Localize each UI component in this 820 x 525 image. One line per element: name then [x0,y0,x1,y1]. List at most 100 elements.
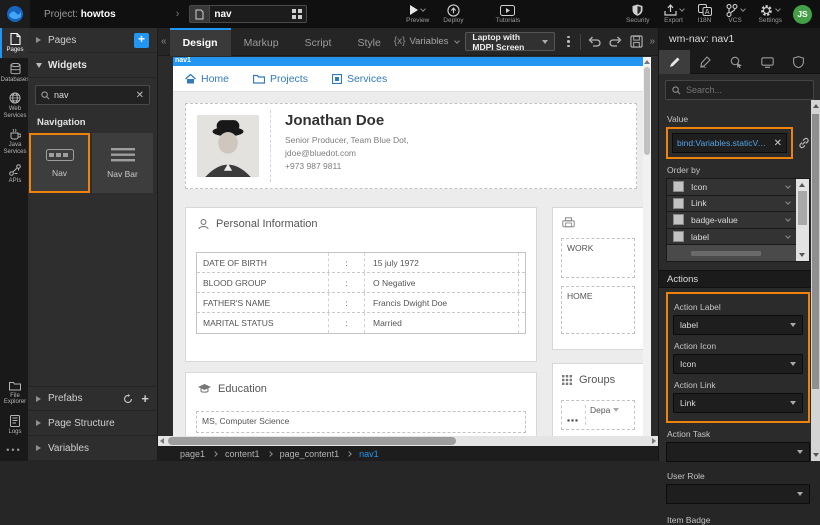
canvas-vertical-scrollbar[interactable] [643,57,651,436]
grid-icon[interactable] [288,6,306,22]
profile-email[interactable]: jdoe@bluedot.com [285,147,409,160]
scroll-right-icon[interactable] [652,438,656,444]
design-canvas[interactable]: nav1 Home Projects Services [173,57,651,436]
deploy-button[interactable]: Deploy [443,0,463,28]
variables-menu[interactable]: {x} Variables [394,36,460,47]
add-page-button[interactable]: + [134,33,149,48]
profile-phone[interactable]: +973 987 9811 [285,160,409,173]
checkbox[interactable] [673,181,684,192]
scroll-down-icon[interactable] [813,453,819,457]
profile-photo[interactable] [197,115,259,177]
page-search-input[interactable] [210,6,288,22]
chevron-down-icon[interactable] [785,183,791,189]
table-row[interactable]: MARITAL STATUS:Married [197,313,525,333]
scroll-down-icon[interactable] [799,253,805,257]
scrollbar-thumb[interactable] [168,437,456,445]
table-row[interactable]: DATE OF BIRTH:15 july 1972 [197,253,525,273]
contact-work[interactable]: WORK [561,238,635,278]
chevron-down-icon[interactable] [785,200,791,206]
tab-markup[interactable]: Markup [231,28,292,56]
panel-scrollbar[interactable] [811,100,820,461]
refresh-icon[interactable] [123,394,133,404]
order-by-partial-row[interactable] [667,245,796,261]
more-options-icon[interactable]: ••• [0,439,28,461]
tab-properties[interactable] [659,50,690,74]
rail-item-databases[interactable]: Databases [0,58,28,88]
tab-style[interactable]: Style [344,28,393,56]
breadcrumb-item-current[interactable]: nav1 [359,449,379,459]
collapse-right-icon[interactable]: » [649,36,655,47]
nav-item-projects[interactable]: Projects [253,73,308,85]
preview-button[interactable]: Preview [406,0,429,28]
undo-button[interactable] [588,36,601,47]
widget-search-input[interactable] [50,90,136,100]
wavemaker-logo[interactable] [0,0,30,28]
scroll-up-icon[interactable] [813,104,819,108]
widget-tile-nav-bar[interactable]: Nav Bar [92,133,153,193]
chevron-right-icon[interactable]: › [176,8,180,20]
page-icon[interactable] [190,6,210,22]
breadcrumb-item[interactable]: page1 [180,449,205,459]
section-prefabs[interactable]: Prefabs + [28,386,157,411]
chevron-down-icon[interactable] [785,216,791,222]
widget-tile-nav[interactable]: Nav [29,133,90,193]
security-button[interactable]: Security [626,0,649,28]
order-by-option[interactable]: label [667,229,796,245]
tab-design[interactable]: Design [170,28,231,56]
i18n-button[interactable]: A I18N [698,0,712,28]
profile-card-widget[interactable]: Jonathan Doe Senior Producer, Team Blue … [185,103,637,189]
rail-item-web-services[interactable]: Web Services [0,87,28,123]
settings-button[interactable]: Settings [759,0,783,28]
table-row[interactable]: BLOOD GROUP:O Negative [197,273,525,293]
section-pages[interactable]: Pages + [28,28,157,53]
user-avatar[interactable]: JS [793,5,812,24]
scroll-up-icon[interactable] [644,60,650,64]
section-variables[interactable]: Variables [28,436,157,461]
nav-item-home[interactable]: Home [185,73,229,85]
section-widgets[interactable]: Widgets [28,53,157,78]
add-prefab-button[interactable]: + [141,394,149,404]
canvas-horizontal-scrollbar[interactable] [158,436,658,446]
bind-link-icon[interactable] [798,137,810,149]
order-by-option[interactable]: Link [667,196,796,212]
device-selector[interactable]: Laptop with MDPI Screen [465,32,555,51]
personal-info-panel[interactable]: Personal Information DATE OF BIRTH:15 ju… [185,207,537,362]
education-panel[interactable]: Education MS, Computer Science [185,372,537,436]
groups-row[interactable]: ▪▪▪ Depa [561,400,635,430]
profile-name[interactable]: Jonathan Doe [285,112,409,129]
checkbox[interactable] [673,231,684,242]
clear-search-icon[interactable]: ✕ [136,90,144,101]
collapse-left-icon[interactable]: « [161,36,167,47]
rail-item-pages[interactable]: Pages [0,28,28,58]
nav-item-services[interactable]: Services [332,73,387,85]
tab-device[interactable] [752,50,783,74]
contact-home[interactable]: HOME [561,286,635,334]
rail-item-logs[interactable]: Logs [0,410,28,440]
tab-security[interactable] [783,50,814,74]
profile-role[interactable]: Senior Producer, Team Blue Dot, [285,134,409,147]
order-by-option[interactable]: Icon [667,179,796,195]
tab-styles[interactable] [690,50,721,74]
checkbox[interactable] [673,198,684,209]
scroll-up-icon[interactable] [799,183,805,187]
checkbox[interactable] [673,214,684,225]
action-task-select[interactable] [666,442,810,462]
scroll-left-icon[interactable] [160,438,164,444]
actions-section-header[interactable]: Actions [659,270,820,288]
contact-panel[interactable]: WORK HOME [552,207,644,350]
page-nav-widget[interactable]: Home Projects Services [173,66,643,92]
action-label-select[interactable]: label [673,315,803,335]
action-link-select[interactable]: Link [673,393,803,413]
table-row[interactable]: FATHER'S NAME:Francis Dwight Doe [197,293,525,313]
rail-item-apis[interactable]: APIs [0,159,28,189]
action-icon-select[interactable]: Icon [673,354,803,374]
groups-panel[interactable]: Groups ▪▪▪ Depa [552,363,644,436]
education-row[interactable]: MS, Computer Science [196,411,526,433]
order-by-scrollbar[interactable] [796,179,809,261]
breadcrumb-item[interactable]: page_content1 [280,449,340,459]
tab-events[interactable] [721,50,752,74]
breadcrumb-item[interactable]: content1 [225,449,260,459]
value-binding-field[interactable]: bind:Variables.staticVariable1.dataSet ✕ [672,133,787,153]
scrollbar-thumb[interactable] [812,114,819,389]
section-page-structure[interactable]: Page Structure [28,411,157,436]
